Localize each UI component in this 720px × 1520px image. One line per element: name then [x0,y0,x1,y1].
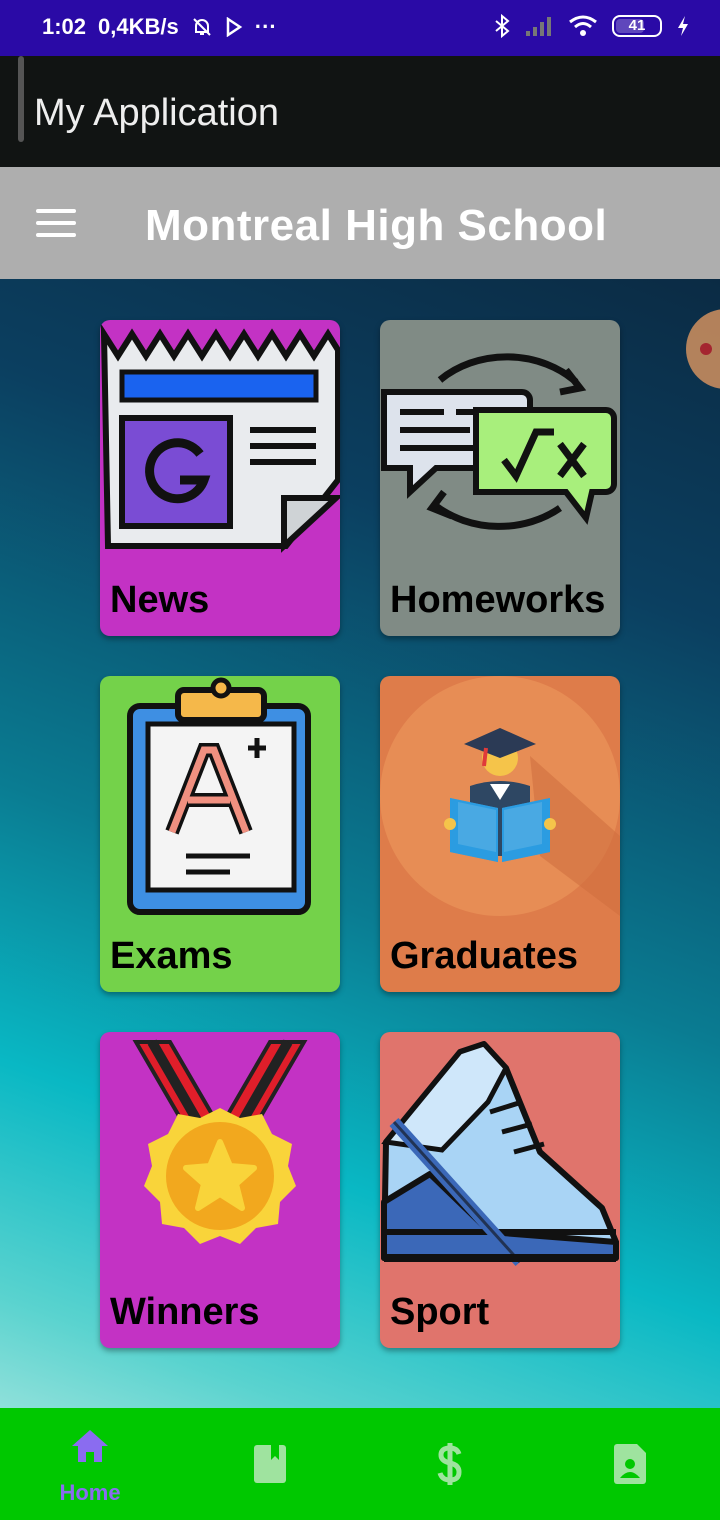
tile-sport-label: Sport [390,1291,490,1333]
bluetooth-icon [495,14,510,38]
status-bar: 1:02 0,4KB/s ··· 41 [0,0,720,56]
charging-icon [678,16,688,36]
app-title: My Application [34,92,280,134]
window-edge [18,56,24,142]
status-speed: 0,4KB/s [98,14,179,39]
toolbar: Montreal High School [0,167,720,279]
tile-exams-label: Exams [110,935,233,977]
nav-contact[interactable] [540,1408,720,1520]
tile-homeworks-label: Homeworks [390,579,606,621]
clipboard-grade-icon [127,677,311,915]
nav-payment[interactable] [360,1408,540,1520]
tile-news-label: News [110,579,210,621]
status-left: 1:02 0,4KB/s ··· [42,14,277,40]
tile-news[interactable]: News [100,320,340,636]
app-title-bar: My Application [0,56,720,167]
tile-graduates-label: Graduates [390,935,578,977]
sneaker-icon [381,1041,619,1267]
bell-off-icon [193,18,211,36]
hamburger-menu-icon[interactable] [36,209,76,237]
nav-home[interactable]: Home [0,1408,180,1520]
tile-graduates[interactable]: Graduates [380,676,620,992]
chat-math-icon [381,353,617,530]
status-right: 41 [494,14,690,38]
tile-exams[interactable]: Exams [100,676,340,992]
tile-winners-label: Winners [110,1291,260,1333]
status-more: ··· [254,14,277,39]
tile-sport[interactable]: Sport [380,1032,620,1348]
battery-icon: 41 [612,15,662,37]
signal-icon [526,17,551,36]
main-content: News Homeworks Exams Graduates Winners S… [0,279,720,1408]
medal-icon [132,1039,308,1244]
nav-book[interactable] [180,1408,360,1520]
dollar-icon [437,1443,462,1485]
tile-homeworks[interactable]: Homeworks [380,320,620,636]
school-title: Montreal High School [145,201,608,250]
book-icon [254,1445,286,1483]
home-icon [72,1430,108,1462]
tile-winners[interactable]: Winners [100,1032,340,1348]
bottom-navigation: Home [0,1408,720,1520]
nav-home-label: Home [59,1480,121,1505]
wifi-icon [569,15,597,36]
status-time: 1:02 [42,14,87,39]
floating-chat-head[interactable] [686,309,720,389]
contact-file-icon [614,1444,646,1484]
play-store-icon [226,17,243,37]
graduate-reading-icon [380,676,620,916]
newspaper-icon [100,323,340,553]
